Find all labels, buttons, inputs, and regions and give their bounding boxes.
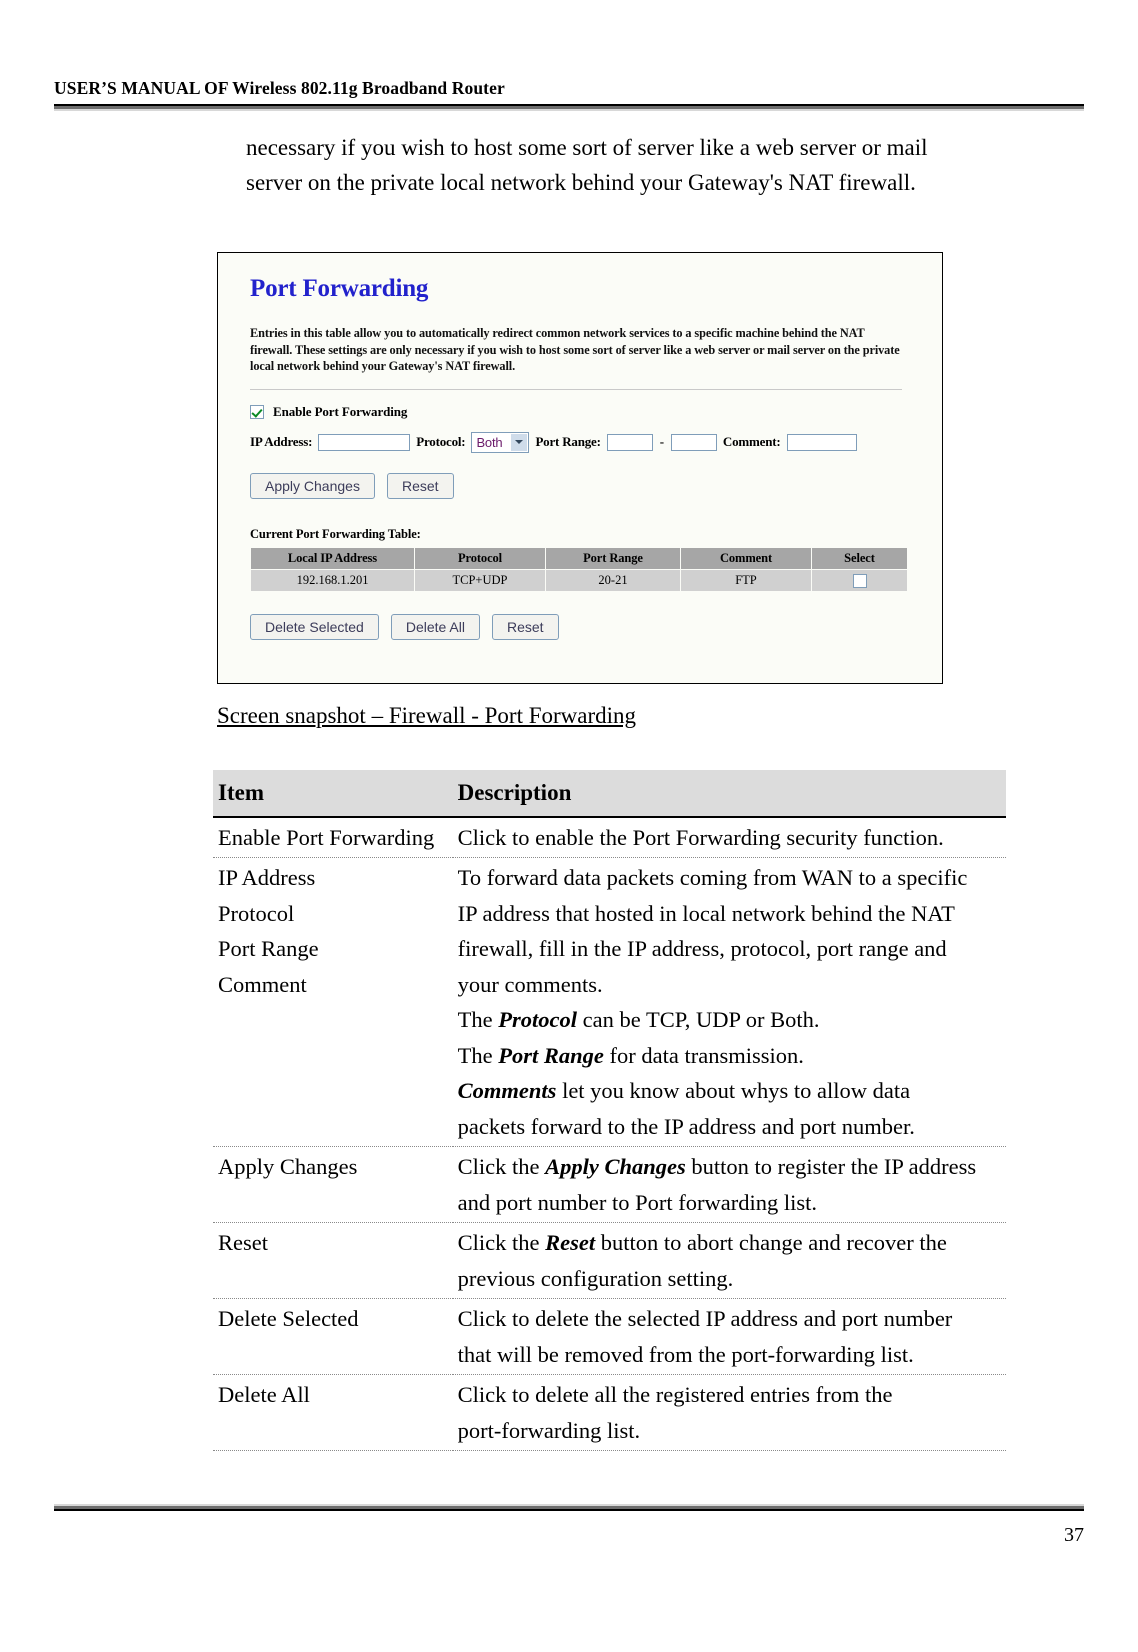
table-button-row: Delete Selected Delete All Reset bbox=[250, 613, 920, 640]
port-range-dash: - bbox=[659, 434, 664, 449]
intro-paragraph: necessary if you wish to host some sort … bbox=[246, 135, 928, 195]
desc-row-fields: IP Address Protocol Port Range Comment T… bbox=[213, 857, 1006, 1147]
desc-text-delete-all: Click to delete all the registered entri… bbox=[452, 1374, 1006, 1451]
current-port-forwarding-table: Local IP Address Protocol Port Range Com… bbox=[250, 546, 908, 592]
desc-text-reset: Click the Reset button to abort change a… bbox=[452, 1222, 1006, 1299]
cell-local-ip: 192.168.1.201 bbox=[250, 568, 415, 592]
desc-text-apply-changes: Click the Apply Changes button to regist… bbox=[452, 1146, 1006, 1223]
desc-row-reset: Reset Click the Reset button to abort ch… bbox=[213, 1222, 1006, 1299]
reset-bottom-button[interactable]: Reset bbox=[492, 613, 559, 640]
document-header: USER’S MANUAL OF Wireless 802.11g Broadb… bbox=[54, 78, 1084, 99]
protocol-label: Protocol: bbox=[416, 434, 466, 449]
desc-line: IP address that hosted in local network … bbox=[457, 900, 955, 926]
desc-item-fields: IP Address Protocol Port Range Comment bbox=[213, 857, 453, 1147]
desc-column-header-item: Item bbox=[213, 770, 453, 818]
cell-select bbox=[811, 568, 908, 592]
desc-item-ip-address: IP Address bbox=[218, 865, 316, 890]
cell-port-range: 20-21 bbox=[545, 568, 681, 592]
desc-line: port-forwarding list. bbox=[457, 1417, 641, 1443]
desc-line: that will be removed from the port-forwa… bbox=[457, 1341, 914, 1367]
desc-line: The Protocol can be TCP, UDP or Both. bbox=[457, 1007, 820, 1032]
section-divider bbox=[250, 388, 902, 390]
port-range-label: Port Range: bbox=[535, 434, 601, 449]
desc-text-delete-selected: Click to delete the selected IP address … bbox=[452, 1298, 1006, 1375]
desc-column-header-description: Description bbox=[452, 770, 1006, 818]
chevron-down-icon[interactable] bbox=[511, 433, 528, 451]
desc-line: previous configuration setting. bbox=[457, 1265, 734, 1291]
column-header-local-ip: Local IP Address bbox=[250, 546, 415, 570]
document-header-title: USER’S MANUAL OF Wireless 802.11g Broadb… bbox=[54, 78, 505, 98]
desc-line: packets forward to the IP address and po… bbox=[457, 1113, 915, 1139]
row-select-checkbox[interactable] bbox=[852, 573, 867, 588]
reset-button[interactable]: Reset bbox=[386, 472, 454, 499]
desc-line: your comments. bbox=[457, 971, 603, 997]
enable-port-forwarding-row: Enable Port Forwarding bbox=[250, 404, 920, 420]
desc-line: Click the Apply Changes button to regist… bbox=[457, 1154, 977, 1179]
column-header-protocol: Protocol bbox=[414, 546, 546, 570]
page-number: 37 bbox=[1064, 1524, 1084, 1546]
enable-port-forwarding-label: Enable Port Forwarding bbox=[273, 403, 408, 419]
desc-line: Click to delete the selected IP address … bbox=[457, 1306, 953, 1331]
router-ui-screenshot: Port Forwarding Entries in this table al… bbox=[217, 252, 943, 684]
figure-caption: Screen snapshot – Firewall - Port Forwar… bbox=[217, 703, 637, 728]
item-description-table: Item Description Enable Port Forwarding … bbox=[213, 770, 1006, 1451]
desc-item-delete-all: Delete All bbox=[213, 1374, 453, 1451]
form-button-row: Apply Changes Reset bbox=[250, 472, 920, 499]
desc-line: Click to delete all the registered entri… bbox=[457, 1382, 893, 1407]
desc-item-comment: Comment bbox=[218, 971, 307, 997]
comment-input[interactable] bbox=[786, 433, 857, 451]
footer-divider-rule bbox=[54, 1504, 1084, 1511]
delete-all-button[interactable]: Delete All bbox=[390, 613, 480, 640]
protocol-selected-value: Both bbox=[476, 434, 503, 450]
column-header-comment: Comment bbox=[680, 546, 812, 570]
table-row: 192.168.1.201 TCP+UDP 20-21 FTP bbox=[250, 568, 908, 592]
apply-changes-button[interactable]: Apply Changes bbox=[250, 472, 375, 499]
port-forwarding-page-title: Port Forwarding bbox=[250, 275, 429, 302]
desc-line: Comments let you know about whys to allo… bbox=[457, 1078, 911, 1103]
ip-address-input[interactable] bbox=[318, 433, 411, 451]
delete-selected-button[interactable]: Delete Selected bbox=[250, 613, 379, 640]
desc-line: The Port Range for data transmission. bbox=[457, 1042, 804, 1068]
column-header-port-range: Port Range bbox=[545, 546, 681, 570]
header-divider-rule bbox=[54, 104, 1084, 111]
enable-port-forwarding-checkbox[interactable] bbox=[250, 404, 264, 419]
port-range-start-input[interactable] bbox=[606, 433, 653, 451]
desc-row-apply-changes: Apply Changes Click the Apply Changes bu… bbox=[213, 1146, 1006, 1223]
desc-line: and port number to Port forwarding list. bbox=[457, 1189, 817, 1215]
desc-line: To forward data packets coming from WAN … bbox=[457, 865, 968, 890]
current-table-caption: Current Port Forwarding Table: bbox=[250, 526, 421, 541]
desc-item-apply-changes: Apply Changes bbox=[213, 1146, 453, 1223]
ip-address-label: IP Address: bbox=[250, 434, 313, 449]
comment-label: Comment: bbox=[722, 434, 781, 449]
desc-row-enable-port-forwarding: Enable Port Forwarding Click to enable t… bbox=[213, 816, 1006, 858]
desc-item-protocol: Protocol bbox=[218, 900, 295, 926]
document-page: USER’S MANUAL OF Wireless 802.11g Broadb… bbox=[0, 0, 1138, 1652]
desc-header-row: Item Description bbox=[213, 770, 1006, 818]
desc-item-port-range: Port Range bbox=[218, 936, 319, 961]
port-forwarding-entry-form: IP Address: Protocol: Both Port Range: -… bbox=[250, 431, 920, 453]
desc-text-enable-port-forwarding: Click to enable the Port Forwarding secu… bbox=[452, 816, 1006, 858]
desc-row-delete-all: Delete All Click to delete all the regis… bbox=[213, 1374, 1006, 1451]
desc-line: firewall, fill in the IP address, protoc… bbox=[457, 936, 947, 961]
cell-comment: FTP bbox=[680, 568, 812, 592]
protocol-select[interactable]: Both bbox=[471, 431, 530, 453]
desc-line: Click the Reset button to abort change a… bbox=[457, 1230, 947, 1255]
column-header-select: Select bbox=[811, 546, 908, 570]
desc-item-enable-port-forwarding: Enable Port Forwarding bbox=[213, 816, 453, 858]
port-range-end-input[interactable] bbox=[670, 433, 717, 451]
port-forwarding-description: Entries in this table allow you to autom… bbox=[250, 326, 900, 373]
table-header-row: Local IP Address Protocol Port Range Com… bbox=[250, 546, 908, 570]
desc-row-delete-selected: Delete Selected Click to delete the sele… bbox=[213, 1298, 1006, 1375]
cell-protocol: TCP+UDP bbox=[414, 568, 546, 592]
desc-text-fields: To forward data packets coming from WAN … bbox=[452, 857, 1006, 1147]
desc-item-reset: Reset bbox=[213, 1222, 453, 1299]
desc-item-delete-selected: Delete Selected bbox=[213, 1298, 453, 1375]
